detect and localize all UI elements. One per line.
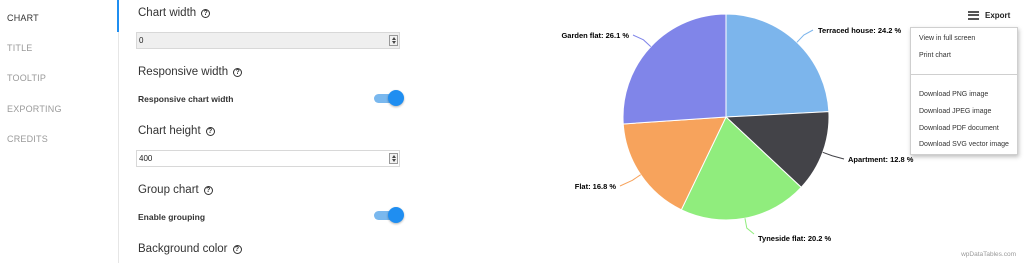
help-icon[interactable]: ? — [205, 127, 215, 136]
help-icon[interactable]: ? — [203, 186, 213, 195]
slice-connector-line — [822, 151, 845, 160]
slice-connector-line — [744, 218, 755, 235]
slice-data-label: Terraced house: 24.2 % — [818, 26, 902, 35]
background-color-heading: Background color? — [138, 243, 242, 255]
responsive-width-toggle[interactable] — [374, 90, 404, 106]
export-menu: View in full screen Print chart Download… — [910, 27, 1018, 155]
slice-connector-line — [796, 29, 814, 43]
chart-settings-panel: Chart width? 0 Responsive width? Respons… — [119, 0, 419, 263]
toggle-knob — [388, 207, 404, 223]
chart-height-heading: Chart height? — [138, 125, 215, 137]
responsive-width-title: Responsive width — [138, 66, 229, 78]
nav-item-credits[interactable]: CREDITS — [7, 134, 48, 144]
chart-width-heading: Chart width? — [138, 7, 211, 19]
group-chart-toggle-label: Enable grouping — [138, 212, 206, 222]
responsive-width-heading: Responsive width? — [138, 66, 243, 78]
chart-width-title: Chart width — [138, 7, 197, 19]
slice-data-label: Garden flat: 26.1 % — [561, 31, 629, 40]
nav-item-chart[interactable]: CHART — [7, 13, 39, 23]
number-spinner-icon[interactable] — [389, 35, 398, 46]
export-button-label: Export — [985, 10, 1011, 20]
group-chart-title: Group chart — [138, 184, 199, 196]
group-chart-heading: Group chart? — [138, 184, 213, 196]
menu-item-download-jpeg[interactable]: Download JPEG image — [919, 108, 991, 115]
chart-height-title: Chart height — [138, 125, 201, 137]
menu-item-view-full-screen[interactable]: View in full screen — [919, 35, 975, 42]
menu-item-download-pdf[interactable]: Download PDF document — [919, 125, 999, 132]
group-chart-toggle[interactable] — [374, 207, 404, 223]
slice-data-label: Tyneside flat: 20.2 % — [758, 234, 832, 243]
slice-connector-line — [619, 174, 641, 187]
export-button[interactable]: Export — [968, 8, 1010, 22]
chart-height-value: 400 — [139, 154, 153, 163]
nav-item-tooltip[interactable]: TOOLTIP — [7, 73, 46, 83]
chart-width-value: 0 — [139, 36, 144, 45]
help-icon[interactable]: ? — [232, 245, 242, 254]
help-icon[interactable]: ? — [201, 9, 211, 18]
menu-item-download-png[interactable]: Download PNG image — [919, 91, 988, 98]
help-icon[interactable]: ? — [233, 68, 243, 77]
nav-item-title[interactable]: TITLE — [7, 43, 33, 53]
slice-connector-line — [632, 34, 652, 48]
toggle-knob — [388, 90, 404, 106]
menu-item-print-chart[interactable]: Print chart — [919, 52, 951, 59]
responsive-width-toggle-label: Responsive chart width — [138, 94, 234, 104]
slice-data-label: Apartment: 12.8 % — [848, 155, 914, 164]
background-color-title: Background color — [138, 243, 228, 255]
pie-slice-garden-flat[interactable] — [622, 13, 727, 125]
chart-width-input[interactable]: 0 — [136, 32, 400, 49]
settings-nav: CHART TITLE TOOLTIP EXPORTING CREDITS — [0, 0, 119, 263]
pie-slice-terraced-house[interactable] — [725, 13, 830, 118]
number-spinner-icon[interactable] — [389, 153, 398, 164]
menu-separator — [911, 74, 1017, 75]
nav-item-exporting[interactable]: EXPORTING — [7, 104, 62, 114]
hamburger-icon — [968, 10, 979, 20]
slice-data-label: Flat: 16.8 % — [575, 182, 617, 191]
menu-item-download-svg[interactable]: Download SVG vector image — [919, 141, 1009, 148]
chart-credit[interactable]: wpDataTables.com — [961, 251, 1016, 258]
chart-height-input[interactable]: 400 — [136, 150, 400, 167]
